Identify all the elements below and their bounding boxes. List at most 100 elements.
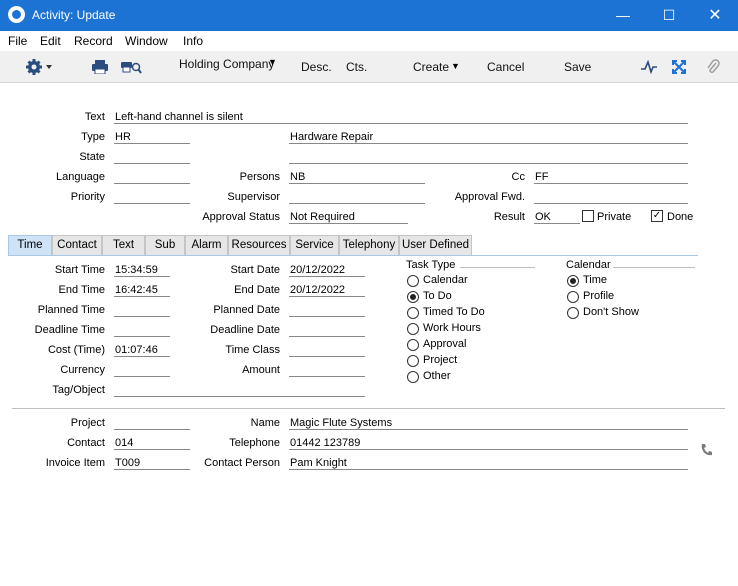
maximize-button[interactable]: ☐ [646,0,692,31]
result-field[interactable]: OK [534,211,580,224]
tab-time[interactable]: Time [8,235,52,256]
create-button[interactable]: Create [413,60,449,74]
tab-contact[interactable]: Contact [52,235,102,255]
state-field[interactable] [114,151,190,164]
task-type-radio-2[interactable] [407,307,419,319]
company-dropdown-icon[interactable]: ▼ [268,57,277,67]
calendar-radio-1[interactable] [567,291,579,303]
task-type-radio-0[interactable] [407,275,419,287]
amount-label: Amount [242,364,280,376]
task-type-radio-6[interactable] [407,371,419,383]
currency-field[interactable] [114,364,170,377]
tag-object-field[interactable] [114,384,365,397]
tab-user-defined[interactable]: User Defined [399,235,472,255]
planned-time-field[interactable] [114,304,170,317]
invoice-item-field[interactable]: T009 [114,457,190,470]
language-field[interactable] [114,171,190,184]
planned-date-label: Planned Date [213,304,280,316]
desc-button[interactable]: Desc. [301,60,332,74]
cc-field[interactable]: FF [534,171,688,184]
planned-date-field[interactable] [289,304,365,317]
approval-status-field[interactable]: Not Required [289,211,408,224]
approval-fwd-field[interactable] [534,191,688,204]
cancel-button[interactable]: Cancel [487,60,524,74]
contact-label: Contact [67,437,105,449]
phone-icon[interactable] [700,443,712,457]
menu-file[interactable]: File [8,34,27,48]
tab-underline [8,255,698,256]
tab-sub[interactable]: Sub [145,235,185,255]
attachment-icon[interactable] [706,59,720,75]
end-time-label: End Time [58,284,105,296]
menu-edit[interactable]: Edit [40,34,61,48]
deadline-time-field[interactable] [114,324,170,337]
minimize-button[interactable]: — [600,0,646,31]
task-type-separator [460,267,535,268]
persons-label: Persons [239,171,280,183]
deadline-time-label: Deadline Time [34,324,105,336]
invoice-item-label: Invoice Item [45,457,105,469]
menu-info[interactable]: Info [183,34,203,48]
tab-resources[interactable]: Resources [228,235,290,255]
start-time-field[interactable]: 15:34:59 [114,264,170,277]
calendar-option-label: Profile [583,290,615,302]
text-field[interactable]: Left-hand channel is silent [114,111,688,124]
amount-field[interactable] [289,364,365,377]
planned-time-label: Planned Time [37,304,105,316]
task-type-option-label: Work Hours [423,322,481,334]
currency-label: Currency [60,364,105,376]
tab-alarm[interactable]: Alarm [185,235,228,255]
create-dropdown-icon[interactable]: ▼ [451,61,460,71]
name-field[interactable]: Magic Flute Systems [289,417,688,430]
calendar-radio-0[interactable] [567,275,579,287]
task-type-radio-3[interactable] [407,323,419,335]
tab-text[interactable]: Text [102,235,145,255]
project-field[interactable] [114,417,190,430]
task-type-radio-4[interactable] [407,339,419,351]
deadline-date-field[interactable] [289,324,365,337]
priority-field[interactable] [114,191,190,204]
menu-record[interactable]: Record [74,34,113,48]
cc-label: Cc [511,171,525,183]
persons-field[interactable]: NB [289,171,425,184]
end-time-field[interactable]: 16:42:45 [114,284,170,297]
contact-person-label: Contact Person [204,457,280,469]
print-icon[interactable] [92,60,108,74]
telephone-label: Telephone [229,437,280,449]
task-type-option-label: Timed To Do [423,306,485,318]
supervisor-field[interactable] [289,191,425,204]
app-logo-icon [8,6,25,23]
project-label: Project [70,417,105,429]
tab-service[interactable]: Service [290,235,339,255]
task-type-radio-5[interactable] [407,355,419,367]
contact-field[interactable]: 014 [114,437,190,450]
contact-person-field[interactable]: Pam Knight [289,457,688,470]
result-label: Result [493,211,525,223]
gear-menu-icon[interactable] [25,58,55,76]
type-field[interactable]: HR [114,131,190,144]
telephone-field[interactable]: 01442 123789 [289,437,688,450]
cts-button[interactable]: Cts. [346,60,367,74]
approval-fwd-label: Approval Fwd. [454,191,525,203]
cost-time-field[interactable]: 01:07:46 [114,344,170,357]
time-class-field[interactable] [289,344,365,357]
private-checkbox[interactable] [582,210,594,222]
menu-window[interactable]: Window [125,34,168,48]
task-type-radio-1[interactable] [407,291,419,303]
close-button[interactable]: ✕ [692,0,738,31]
cost-time-label: Cost (Time) [47,344,105,356]
calendar-label: Calendar [566,259,611,271]
end-date-label: End Date [234,284,280,296]
done-checkbox[interactable]: ✓ [651,210,663,222]
task-type-label: Task Type [406,259,456,271]
start-date-field[interactable]: 20/12/2022 [289,264,365,277]
expand-icon[interactable] [672,60,686,74]
activity-pulse-icon[interactable] [641,60,657,74]
save-button[interactable]: Save [564,60,591,74]
end-date-field[interactable]: 20/12/2022 [289,284,365,297]
company-selector[interactable]: Holding Company [179,57,274,71]
tab-telephony[interactable]: Telephony [339,235,399,255]
title-bar: Activity: Update — ☐ ✕ [0,0,738,31]
calendar-radio-2[interactable] [567,307,579,319]
print-preview-icon[interactable] [120,59,142,75]
